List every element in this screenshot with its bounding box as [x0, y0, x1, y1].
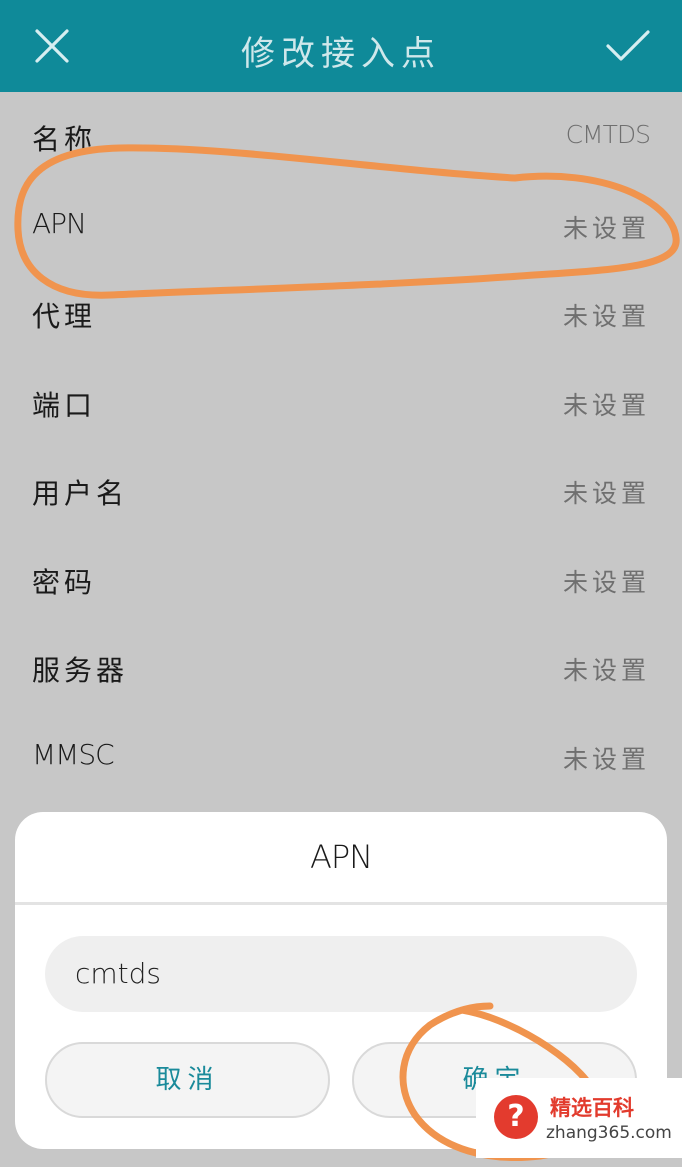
- setting-value: 未设置: [562, 213, 650, 243]
- setting-label: 代理: [32, 300, 97, 333]
- dialog-divider: [15, 902, 667, 905]
- setting-row-proxy[interactable]: 代理 未设置: [0, 269, 682, 358]
- setting-label: 名称: [32, 123, 97, 156]
- setting-label: APN: [32, 206, 87, 240]
- dialog-title: APN: [309, 838, 373, 876]
- setting-value: 未设置: [562, 744, 650, 774]
- setting-value: 未设置: [562, 656, 650, 685]
- setting-label: 端口: [32, 388, 97, 422]
- watermark-brand: 精选百科: [550, 1095, 634, 1120]
- top-bar: 修改接入点: [0, 0, 682, 92]
- setting-row-apn[interactable]: APN 未设置: [0, 181, 682, 270]
- question-icon: ?: [494, 1095, 538, 1139]
- setting-row-server[interactable]: 服务器 未设置: [0, 623, 682, 712]
- setting-value: CMTDS: [565, 120, 651, 149]
- apn-input[interactable]: cmtds: [45, 936, 637, 1012]
- setting-row-password[interactable]: 密码 未设置: [0, 535, 682, 624]
- setting-value: 未设置: [562, 567, 650, 597]
- check-icon[interactable]: [604, 28, 652, 64]
- setting-label: 密码: [32, 565, 97, 599]
- watermark: ? 精选百科 zhang365.com: [476, 1078, 682, 1158]
- setting-row-port[interactable]: 端口 未设置: [0, 358, 682, 447]
- setting-value: 未设置: [562, 390, 650, 420]
- setting-value: 未设置: [562, 479, 650, 508]
- setting-label: MMSC: [32, 737, 115, 771]
- page-title: 修改接入点: [241, 34, 441, 74]
- setting-row-mmsc[interactable]: MMSC 未设置: [0, 712, 682, 801]
- cancel-button[interactable]: 取消: [45, 1042, 330, 1118]
- apn-settings-list: 名称 CMTDS APN 未设置 代理 未设置 端口 未设置 用户名 未设置 密…: [0, 92, 682, 800]
- setting-row-name[interactable]: 名称 CMTDS: [0, 92, 682, 181]
- setting-row-username[interactable]: 用户名 未设置: [0, 446, 682, 535]
- setting-label: 服务器: [32, 654, 129, 687]
- setting-value: 未设置: [562, 302, 650, 331]
- watermark-site: zhang365.com: [546, 1123, 672, 1143]
- setting-label: 用户名: [32, 477, 129, 510]
